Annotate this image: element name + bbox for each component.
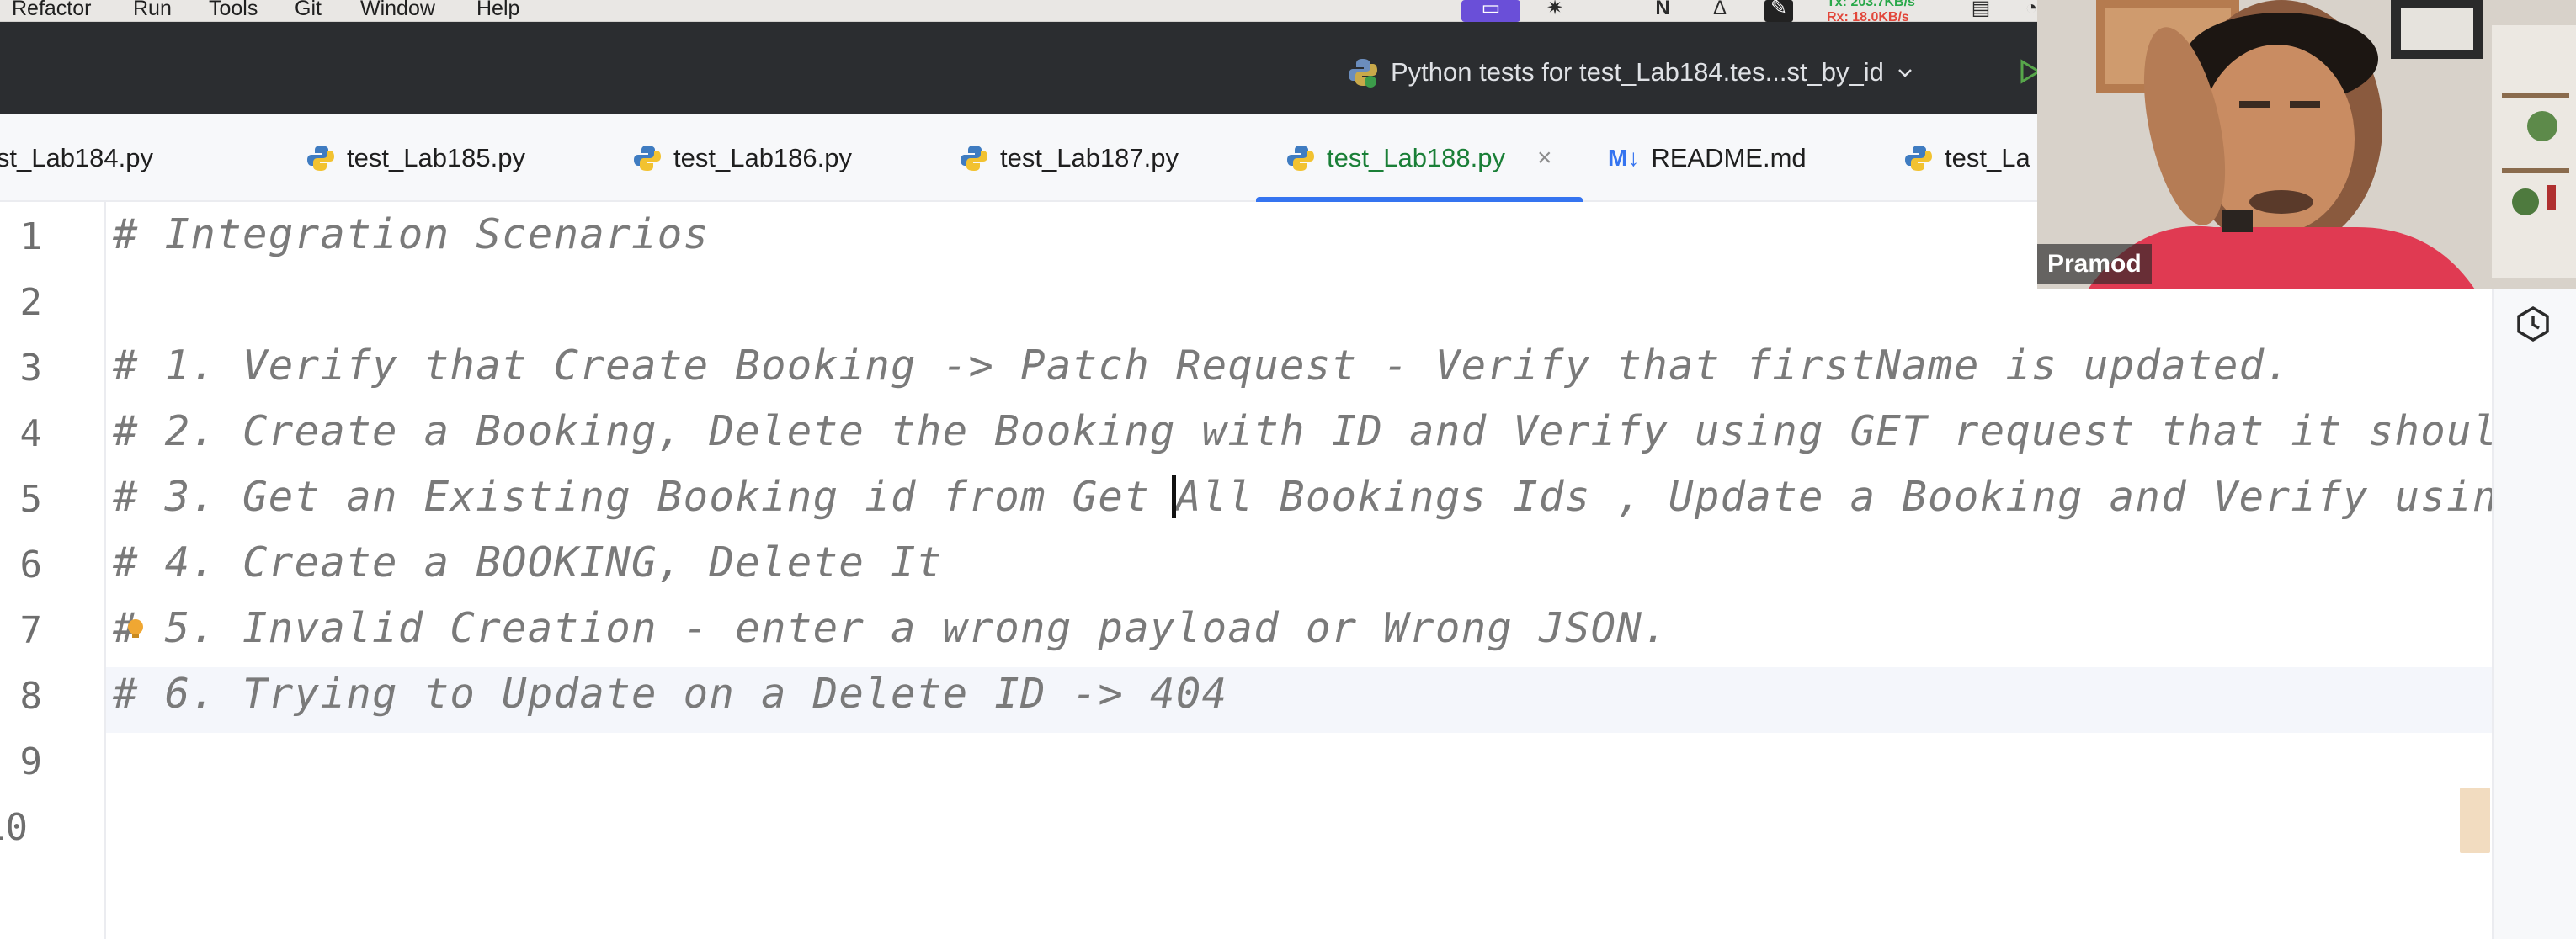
line-number: 5	[19, 478, 43, 521]
menu-tools[interactable]: Tools	[209, 0, 258, 21]
code-line[interactable]: # 6. Trying to Update on a Delete ID -> …	[113, 661, 1227, 727]
line-number-gutter: 1 2 3 4 5 6 7 8 9 10	[0, 202, 106, 939]
close-icon[interactable]: ×	[1537, 144, 1552, 172]
ai-assistant-icon[interactable]	[2514, 305, 2552, 343]
lightbulb-icon[interactable]	[125, 618, 146, 639]
line-number: 2	[19, 281, 43, 324]
text-caret	[1172, 475, 1176, 518]
chevron-down-icon	[1898, 69, 1912, 77]
python-file-icon	[634, 146, 661, 171]
tab-test-lab185[interactable]: test_Lab185.py	[306, 114, 525, 202]
tab-test-lab184[interactable]: test_Lab184.py	[0, 114, 153, 202]
tab-label: test_Lab187.py	[1000, 143, 1179, 172]
tab-label: test_Lab186.py	[673, 143, 853, 172]
python-file-icon	[961, 146, 987, 171]
tab-test-lab187[interactable]: test_Lab187.py	[960, 114, 1179, 202]
tab-test-la[interactable]: test_La	[1904, 114, 2030, 202]
code-line[interactable]: # 4. Create a BOOKING, Delete It	[113, 530, 943, 596]
code-line[interactable]: # Integration Scenarios	[113, 202, 709, 268]
line-number: 7	[19, 609, 43, 652]
tab-label: test_Lab184.py	[0, 143, 154, 172]
tab-test-lab188[interactable]: test_Lab188.py ×	[1256, 114, 1583, 204]
presenter-name-label: Pramod	[2037, 244, 2152, 284]
run-config-label: Python tests for test_Lab184.tes...st_by…	[1391, 57, 1884, 87]
screen-share-icon[interactable]: ▭	[1461, 0, 1520, 22]
delta-icon[interactable]: Δ	[1706, 0, 1734, 22]
gear-icon[interactable]: ✷	[1541, 0, 1569, 22]
tab-label: test_Lab185.py	[347, 143, 526, 172]
line-number: 1	[19, 215, 43, 258]
line-number: 4	[19, 412, 43, 455]
menu-help[interactable]: Help	[476, 0, 519, 21]
menu-git[interactable]: Git	[295, 0, 322, 21]
menu-run[interactable]: Run	[133, 0, 172, 21]
line-number: 10	[0, 806, 28, 849]
code-editor[interactable]: 1 2 3 4 5 6 7 8 9 10 # Integration Scena…	[0, 202, 2497, 939]
python-file-icon	[307, 146, 334, 171]
tab-readme[interactable]: M↓ README.md	[1608, 114, 1807, 202]
code-line[interactable]: # 3. Get an Existing Booking id from Get…	[113, 464, 2499, 530]
python-file-icon	[1905, 146, 1932, 171]
code-line[interactable]: # 5. Invalid Creation - enter a wrong pa…	[113, 596, 1669, 661]
line-number: 3	[19, 347, 43, 390]
code-line[interactable]: # 1. Verify that Create Booking -> Patch…	[113, 333, 2291, 399]
pen-tool-icon[interactable]: ✎	[1764, 0, 1793, 22]
python-tests-icon	[1349, 59, 1377, 88]
document-icon[interactable]: ▤	[1967, 0, 1995, 22]
scrollbar-marker[interactable]	[2460, 788, 2490, 853]
line-number: 6	[19, 544, 43, 586]
tab-label: README.md	[1651, 143, 1807, 172]
line-number: 9	[19, 740, 43, 783]
run-configuration-selector[interactable]: Python tests for test_Lab184.tes...st_by…	[1347, 56, 1914, 89]
editor-tabs: test_Lab184.py test_Lab185.py test_Lab18…	[0, 114, 2037, 204]
tab-label: test_Lab188.py	[1327, 143, 1506, 172]
code-line[interactable]: # 2. Create a Booking, Delete the Bookin…	[113, 399, 2499, 464]
line-number: 8	[19, 675, 43, 718]
tab-test-lab186[interactable]: test_Lab186.py	[633, 114, 852, 202]
menu-window[interactable]: Window	[360, 0, 435, 21]
python-file-icon	[1287, 146, 1314, 171]
menu-refactor[interactable]: Refactor	[12, 0, 91, 21]
notion-icon[interactable]: N	[1648, 0, 1677, 22]
tab-label: test_La	[1945, 143, 2030, 172]
markdown-file-icon: M↓	[1608, 145, 1640, 171]
net-tx: Tx: 203.7KB/s	[1827, 0, 1915, 9]
